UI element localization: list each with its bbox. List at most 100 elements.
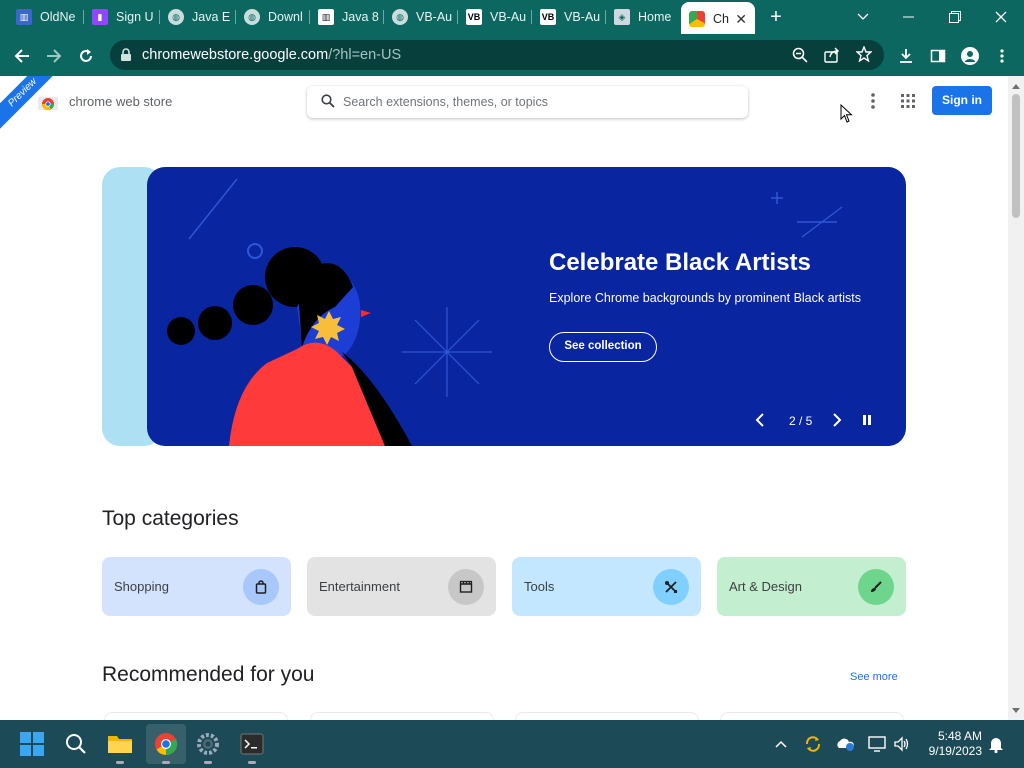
chrome-webstore-logo-icon[interactable] [38,94,58,110]
artist-illustration [167,178,492,446]
lock-icon[interactable] [120,48,132,67]
close-tab-icon[interactable]: ✕ [735,11,747,28]
side-panel-icon[interactable] [924,42,952,70]
windows-start-icon[interactable] [16,728,48,760]
close-window-button[interactable] [978,0,1024,34]
settings-gear-icon[interactable] [192,728,224,764]
webstore-page: Preview chrome web store Sign in [0,76,1008,720]
system-clock[interactable]: 5:48 AM 9/19/2023 [920,729,982,759]
page-scrollbar[interactable] [1008,76,1024,720]
extension-card[interactable] [720,712,904,720]
carousel-pause-icon[interactable] [862,414,872,429]
chrome-taskbar-icon[interactable] [146,724,186,764]
recommended-heading: Recommended for you [102,663,315,686]
sign-in-button[interactable]: Sign in [932,86,992,115]
tab-label: Home [638,10,672,24]
globe-icon: ◍ [244,9,260,25]
library-icon: ▥ [16,9,32,25]
vb-icon: VB [466,9,482,25]
tab-label: Sign U [116,10,154,24]
new-tab-button[interactable]: + [764,6,788,28]
tools-icon [653,569,689,605]
extension-card[interactable] [515,712,699,720]
carousel-next-icon[interactable] [832,413,842,430]
show-hidden-icons-chevron-icon[interactable] [771,734,791,754]
minimize-button[interactable] [886,0,932,34]
carousel-counter: 2 / 5 [789,414,813,428]
shopping-bag-icon [243,569,279,605]
browser-toolbar: chromewebstore.google.com/?hl=en-US [0,34,1024,76]
category-label: Tools [524,579,555,594]
tab-label: Java 8 [342,10,379,24]
store-name[interactable]: chrome web store [69,94,172,109]
sync-icon[interactable] [803,734,823,754]
top-categories-heading: Top categories [102,507,239,530]
scroll-up-arrow-icon[interactable] [1012,84,1020,89]
category-shopping[interactable]: Shopping [102,557,291,616]
share-icon[interactable] [824,47,840,68]
tab-0[interactable]: ▥ OldNe [8,4,84,30]
tab-4[interactable]: ▥ Java 8 [310,4,384,30]
category-art-design[interactable]: Art & Design [717,557,906,616]
chrome-menu-icon[interactable] [988,42,1016,70]
tab-8[interactable]: ◈ Home [606,4,680,30]
tab-1[interactable]: ▮ Sign U [84,4,160,30]
tab-6[interactable]: VB VB-Au [458,4,532,30]
category-label: Shopping [114,579,169,594]
paintbrush-icon [858,569,894,605]
tab-label: VB-Au [490,10,527,24]
file-explorer-icon[interactable] [104,728,136,764]
zoom-icon[interactable] [792,47,808,68]
url-text: chromewebstore.google.com/?hl=en-US [142,47,402,63]
tab-label: Java E [192,10,231,24]
chrome-webstore-icon [689,11,705,27]
windows-taskbar: 5:48 AM 9/19/2023 [0,720,1024,768]
tab-3[interactable]: ◍ Downl [236,4,310,30]
restore-button[interactable] [932,0,978,34]
see-collection-button[interactable]: See collection [549,332,657,362]
tab-2[interactable]: ◍ Java E [160,4,236,30]
category-label: Art & Design [729,579,802,594]
category-label: Entertainment [319,579,400,594]
scroll-down-arrow-icon[interactable] [1012,708,1020,713]
vb-icon: VB [540,9,556,25]
clock-time: 5:48 AM [937,729,982,743]
see-more-link[interactable]: See more [850,671,898,683]
search-icon [321,94,335,113]
globe-icon: ◍ [392,9,408,25]
tab-search-icon[interactable] [840,0,886,34]
category-tools[interactable]: Tools [512,557,701,616]
clapperboard-icon [448,569,484,605]
back-button[interactable] [8,42,36,70]
bookmark-star-icon[interactable] [855,45,873,67]
hero-subtitle: Explore Chrome backgrounds by prominent … [549,291,861,305]
tab-label: Downl [268,10,303,24]
google-apps-icon[interactable] [899,92,917,110]
hero-banner[interactable]: Celebrate Black Artists Explore Chrome b… [147,167,906,446]
onedrive-icon[interactable] [835,734,855,754]
extension-card[interactable] [310,712,494,720]
carousel-prev-icon[interactable] [755,413,765,430]
tab-label: VB-Au [564,10,601,24]
search-box[interactable] [307,86,748,118]
extension-card[interactable] [104,712,288,720]
forward-button[interactable] [40,42,68,70]
terminal-icon[interactable] [236,728,268,764]
profile-avatar-icon[interactable] [956,42,984,70]
tab-5[interactable]: ◍ VB-Au [384,4,458,30]
scroll-thumb[interactable] [1012,94,1020,218]
address-bar[interactable]: chromewebstore.google.com/?hl=en-US [110,40,884,70]
tab-7[interactable]: VB VB-Au [532,4,606,30]
network-icon[interactable] [867,734,887,754]
search-input[interactable] [343,92,733,112]
volume-icon[interactable] [892,734,912,754]
page-icon: ◈ [614,9,630,25]
reload-button[interactable] [72,42,100,70]
download-icon[interactable] [892,42,920,70]
twitch-icon: ▮ [92,9,108,25]
tab-9-active[interactable]: Ch ✕ [681,2,755,34]
category-entertainment[interactable]: Entertainment [307,557,496,616]
notification-bell-icon[interactable] [986,734,1006,754]
more-options-icon[interactable] [864,90,882,112]
taskbar-search-icon[interactable] [60,728,92,760]
